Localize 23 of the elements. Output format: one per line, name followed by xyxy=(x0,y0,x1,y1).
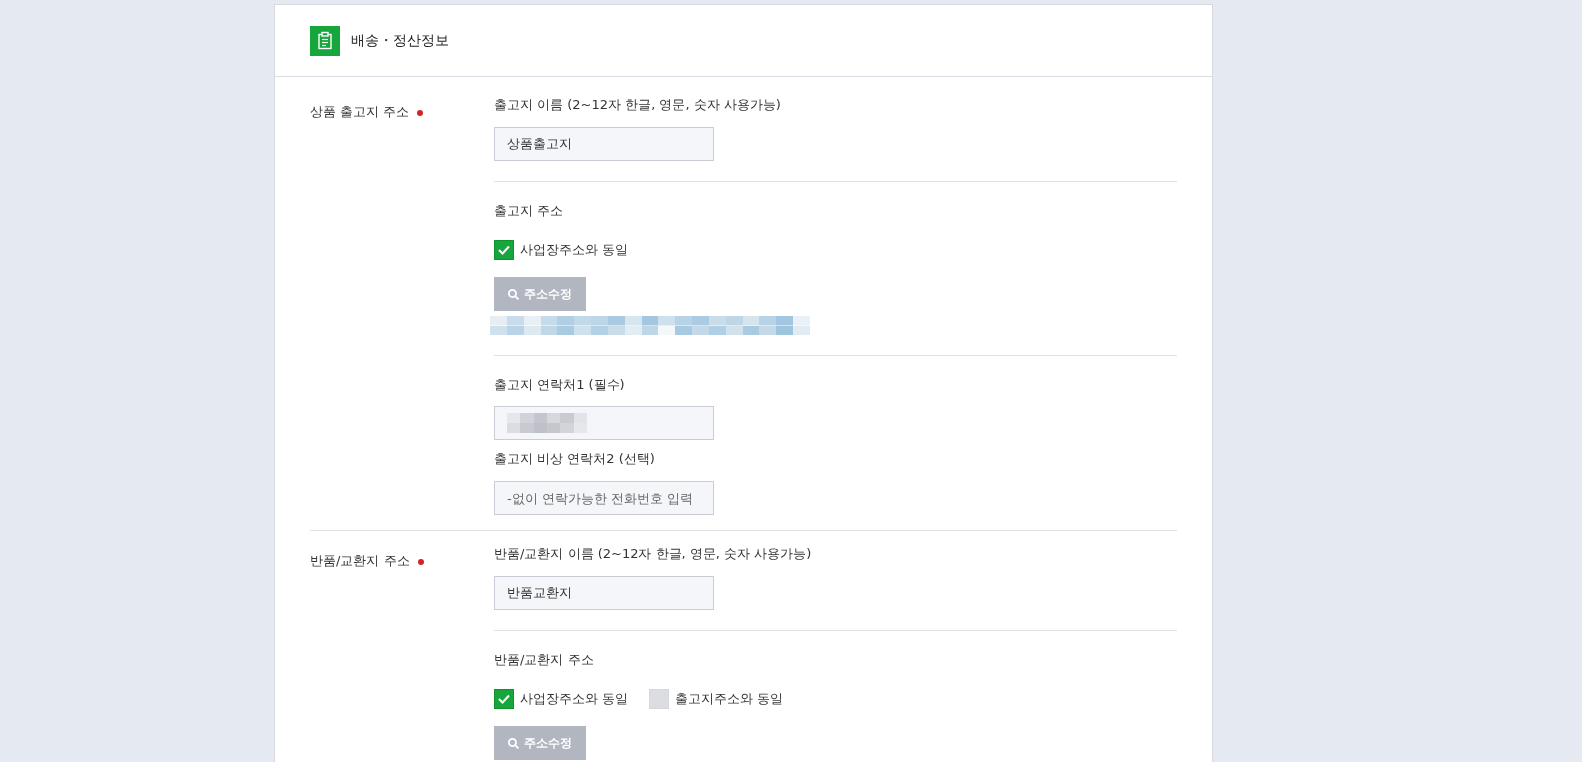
field-label: 반품/교환지 주소 xyxy=(494,652,594,668)
search-icon xyxy=(508,288,519,300)
checkbox-label: 사업장주소와 동일 xyxy=(520,691,629,707)
field-label: 출고지 비상 연락처2 (선택) xyxy=(494,451,655,467)
clipboard-icon xyxy=(310,25,340,56)
field-label: 출고지 이름 (2~12자 한글, 영문, 숫자 사용가능) xyxy=(494,97,781,113)
checkbox[interactable] xyxy=(494,689,514,709)
text-input-field[interactable]: 반품교환지 xyxy=(494,576,714,610)
field-label: 출고지 연락처1 (필수) xyxy=(494,377,625,393)
checkbox[interactable] xyxy=(494,240,514,260)
check-icon xyxy=(498,694,510,704)
section-label: 상품 출고지 주소 xyxy=(310,104,410,120)
check-icon xyxy=(498,245,510,255)
card-title: 배송・정산정보 xyxy=(351,31,449,50)
text-input-field[interactable]: 상품출고지 xyxy=(494,127,714,161)
field-label: 반품/교환지 이름 (2~12자 한글, 영문, 숫자 사용가능) xyxy=(494,546,812,562)
text-input-field[interactable]: -없이 연락가능한 전화번호 입력 xyxy=(494,481,714,515)
search-icon xyxy=(508,737,519,749)
checkbox-label: 사업장주소와 동일 xyxy=(520,242,629,258)
field-label: 출고지 주소 xyxy=(494,203,564,219)
text-input-field[interactable] xyxy=(494,406,714,440)
checkbox-label: 출고지주소와 동일 xyxy=(675,691,784,707)
section-label: 반품/교환지 주소 xyxy=(310,553,410,569)
